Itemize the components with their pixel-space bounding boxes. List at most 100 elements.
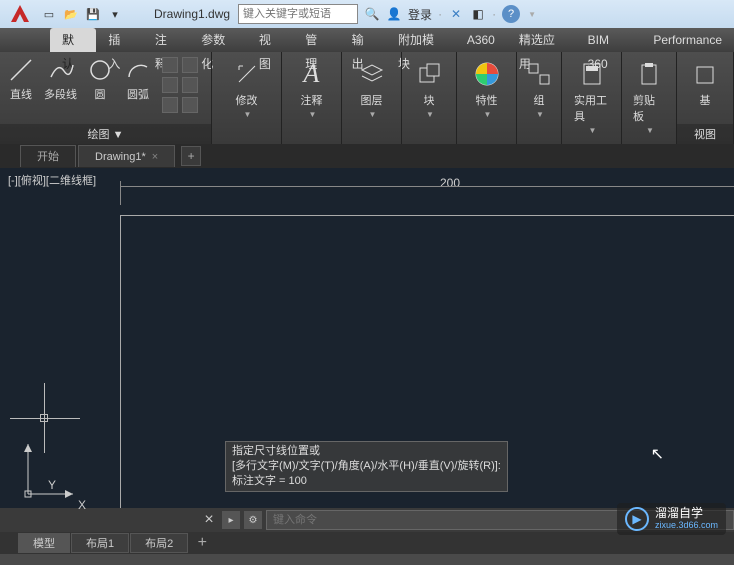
tool-annotate[interactable]: A 注释 ▼	[290, 56, 334, 121]
crosshair-pickbox	[40, 414, 48, 422]
clipboard-icon	[633, 58, 665, 90]
tool-label: 组	[534, 92, 545, 108]
cmd-recent-icon[interactable]: ▸	[222, 511, 240, 529]
tool-label: 多段线	[44, 86, 77, 102]
save-icon[interactable]: 💾	[84, 5, 102, 23]
small-tool[interactable]	[162, 57, 178, 73]
panel-title[interactable]: 绘图 ▼	[0, 124, 211, 144]
cursor-icon: ↖	[651, 444, 664, 464]
add-tab-button[interactable]: +	[181, 146, 201, 166]
panel-clipboard: 剪贴板▼	[622, 52, 677, 144]
chevron-down-icon: ▼	[646, 126, 654, 135]
ribbon-tab-manage[interactable]: 管理	[293, 28, 339, 52]
ribbon-tab-annotate[interactable]: 注释	[143, 28, 189, 52]
small-tool[interactable]	[182, 57, 198, 73]
ribbon-tab-performance[interactable]: Performance	[641, 28, 734, 52]
new-icon[interactable]: ▭	[40, 5, 58, 23]
panel-utilities: 实用工具▼	[562, 52, 622, 144]
quick-access-toolbar: ▭ 📂 💾 ▾	[40, 5, 124, 23]
tool-circle[interactable]: 圆	[85, 56, 115, 102]
dropdown-icon[interactable]: ▾	[106, 5, 124, 23]
tool-modify[interactable]: 修改 ▼	[225, 56, 269, 121]
panel-properties: 特性▼	[457, 52, 517, 144]
tool-label: 基	[700, 92, 711, 108]
app-icon[interactable]: ◧	[470, 6, 486, 22]
tool-polyline[interactable]: 多段线	[44, 56, 77, 102]
watermark: ▶ 溜溜自学 zixue.3d66.com	[617, 503, 726, 535]
tool-clipboard[interactable]: 剪贴板▼	[627, 56, 671, 137]
ribbon-tab-addins[interactable]: 附加模块	[386, 28, 455, 52]
file-tab-start[interactable]: 开始	[20, 145, 76, 167]
tool-label: 实用工具	[574, 92, 609, 124]
chevron-down-icon[interactable]: ▼	[528, 10, 536, 19]
panel-title[interactable]: 视图	[677, 124, 733, 144]
panel-base: 基 视图	[677, 52, 734, 144]
tool-base[interactable]: 基	[683, 56, 727, 110]
open-icon[interactable]: 📂	[62, 5, 80, 23]
panel-annotate: A 注释 ▼	[282, 52, 342, 144]
modify-icon	[231, 58, 263, 90]
title-bar: ▭ 📂 💾 ▾ Drawing1.dwg 🔍 👤 登录 · ✕ ◧ · ? ▼	[0, 0, 734, 28]
chevron-down-icon: ▼	[309, 110, 317, 119]
ribbon: 直线 多段线 圆 圆弧 绘图 ▼ 修改▼ A注释▼ 图层▼ 块▼ 特性▼ 组▼ …	[0, 52, 734, 144]
ribbon-tab-view[interactable]: 视图	[247, 28, 293, 52]
tool-arc[interactable]: 圆弧	[123, 56, 153, 102]
tool-label: 直线	[10, 86, 32, 102]
small-tool[interactable]	[182, 97, 198, 113]
ribbon-tab-featured[interactable]: 精选应用	[507, 28, 576, 52]
panel-draw: 直线 多段线 圆 圆弧 绘图 ▼	[0, 52, 212, 144]
ribbon-tab-insert[interactable]: 插入	[96, 28, 142, 52]
polyline-icon	[47, 56, 75, 84]
ribbon-tab-parametric[interactable]: 参数化	[189, 28, 247, 52]
tool-group[interactable]: 组▼	[517, 56, 561, 121]
text-icon: A	[296, 58, 328, 90]
small-tool[interactable]	[162, 97, 178, 113]
ribbon-tab-default[interactable]: 默认	[50, 28, 96, 52]
app-logo[interactable]	[6, 0, 34, 28]
panel-modify: 修改 ▼	[212, 52, 282, 144]
cmd-config-icon[interactable]: ⚙	[244, 511, 262, 529]
tool-label: 图层	[361, 92, 383, 108]
tool-label: 注释	[301, 92, 323, 108]
panel-layer: 图层▼	[342, 52, 402, 144]
help-icon[interactable]: ?	[502, 5, 520, 23]
tool-layer[interactable]: 图层▼	[350, 56, 394, 121]
small-tool[interactable]	[162, 77, 178, 93]
line-icon	[7, 56, 35, 84]
chevron-down-icon: ▼	[426, 110, 434, 119]
add-layout-button[interactable]: +	[193, 534, 211, 552]
tool-properties[interactable]: 特性▼	[465, 56, 509, 121]
search-input[interactable]	[238, 4, 358, 24]
layout-tab-model[interactable]: 模型	[18, 533, 70, 553]
close-cmd-icon[interactable]: ×	[200, 511, 218, 529]
viewport-label[interactable]: [-][俯视][二维线框]	[8, 172, 96, 188]
ribbon-tab-bim360[interactable]: BIM 360	[576, 28, 642, 52]
exchange-icon[interactable]: ✕	[448, 6, 464, 22]
tool-line[interactable]: 直线	[6, 56, 36, 102]
layout-tab-layout2[interactable]: 布局2	[130, 533, 188, 553]
title-right-controls: 🔍 👤 登录 · ✕ ◧ · ? ▼	[364, 5, 536, 23]
tooltip-line: [多行文字(M)/文字(T)/角度(A)/水平(H)/垂直(V)/旋转(R)]:	[232, 459, 501, 474]
tool-label: 修改	[236, 92, 258, 108]
tool-label: 块	[424, 92, 435, 108]
user-icon[interactable]: 👤	[386, 6, 402, 22]
ribbon-tab-a360[interactable]: A360	[455, 28, 507, 52]
chevron-down-icon: ▼	[244, 110, 252, 119]
file-tab-bar: 开始 Drawing1*× +	[0, 144, 734, 168]
drawing-area[interactable]: [-][俯视][二维线框] 200 Y X 指定尺寸线位置或 [多行文字(M)/…	[0, 168, 734, 508]
small-tool[interactable]	[182, 77, 198, 93]
tool-label: 特性	[476, 92, 498, 108]
file-tab-drawing1[interactable]: Drawing1*×	[78, 145, 175, 167]
layout-tab-layout1[interactable]: 布局1	[71, 533, 129, 553]
binoculars-icon[interactable]: 🔍	[364, 6, 380, 22]
close-icon[interactable]: ×	[152, 146, 158, 168]
login-label[interactable]: 登录	[408, 6, 432, 23]
tool-utilities[interactable]: 实用工具▼	[568, 56, 615, 137]
chevron-down-icon: ▼	[536, 110, 544, 119]
ribbon-tab-output[interactable]: 输出	[340, 28, 386, 52]
separator: ·	[438, 7, 442, 21]
ribbon-tab-strip: 默认 插入 注释 参数化 视图 管理 输出 附加模块 A360 精选应用 BIM…	[0, 28, 734, 52]
circle-icon	[86, 56, 114, 84]
group-icon	[523, 58, 555, 90]
tool-block[interactable]: 块▼	[407, 56, 451, 121]
